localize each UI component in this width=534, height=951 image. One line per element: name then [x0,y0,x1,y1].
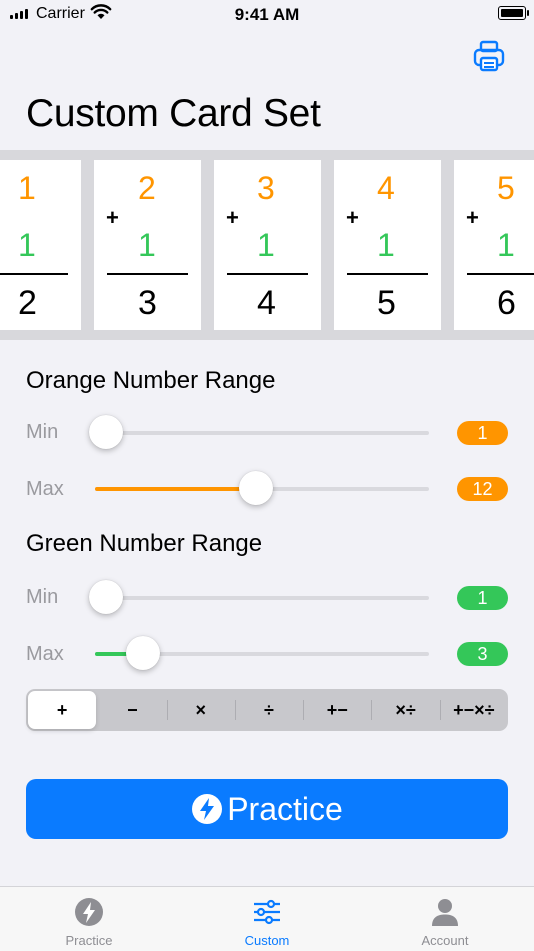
card-answer: 2 [18,284,37,322]
card-operator: + [466,205,479,230]
card-answer: 3 [138,284,157,322]
card-middle-number: 1 [18,227,36,263]
orange-min-value-badge: 1 [457,421,508,445]
operation-segmented-control[interactable]: + − × ÷ +− ×÷ +−×÷ [26,689,508,731]
card-sum-line [107,273,188,275]
card-sum-line [227,273,308,275]
orange-min-slider[interactable] [89,413,429,453]
card-sum-line [347,273,428,275]
sliders-icon [254,899,280,925]
operation-subtract[interactable]: − [98,689,166,731]
tab-custom[interactable]: Custom [178,887,356,951]
slider-thumb[interactable] [89,415,123,449]
green-max-label: Max [26,643,64,665]
card-answer: 4 [257,284,276,322]
card-sum-line [467,273,534,275]
flash-card[interactable]: 1 1 2 [0,160,81,330]
card-top-number: 3 [257,170,275,206]
card-middle-number: 1 [138,227,156,263]
status-time: 9:41 AM [234,5,300,24]
orange-min-label: Min [26,421,59,443]
practice-button[interactable]: Practice [26,779,508,839]
green-min-value-badge: 1 [457,586,508,610]
card-middle-number: 1 [497,227,515,263]
tab-practice-label: Practice [65,933,113,948]
tab-account[interactable]: Account [356,887,534,951]
practice-button-label: Practice [227,790,343,827]
orange-max-slider[interactable] [95,469,429,509]
battery-icon [498,6,529,20]
operation-all[interactable]: +−×÷ [439,689,508,731]
slider-thumb[interactable] [89,580,123,614]
flash-card[interactable]: + 5 1 6 [454,160,534,330]
card-answer: 6 [497,284,516,322]
card-operator: + [226,205,239,230]
slider-thumb[interactable] [238,471,273,505]
orange-max-label: Max [26,478,64,500]
green-range-heading: Green Number Range [26,530,263,557]
printer-icon[interactable] [472,39,506,73]
person-icon [432,899,458,926]
operation-multiply-divide[interactable]: ×÷ [371,689,439,731]
orange-range-heading: Orange Number Range [26,367,276,394]
operation-multiply[interactable]: × [166,689,235,731]
orange-max-value-badge: 12 [457,477,508,501]
card-operator: + [346,205,359,230]
card-top-number: 4 [377,170,395,206]
card-answer: 5 [377,284,396,322]
tab-account-label: Account [421,933,469,948]
operation-add-subtract[interactable]: +− [303,689,371,731]
tab-custom-label: Custom [244,933,290,948]
card-middle-number: 1 [377,227,395,263]
page-title: Custom Card Set [26,92,321,135]
tab-bar: Practice Custom Account [0,886,534,951]
card-top-number: 5 [497,170,515,206]
card-preview-strip[interactable]: 1 1 2 + 2 1 3 + 3 1 4 + 4 1 5 + 5 1 6 [0,150,534,340]
lightning-bolt-icon [192,794,223,824]
flash-card[interactable]: + 3 1 4 [214,160,321,330]
operation-divide[interactable]: ÷ [234,689,303,731]
green-max-slider[interactable] [95,634,429,674]
card-sum-line [0,273,68,275]
tab-practice[interactable]: Practice [0,887,178,951]
lightning-bolt-icon [75,898,103,926]
green-max-value-badge: 3 [457,642,508,666]
flash-card[interactable]: + 2 1 3 [94,160,201,330]
card-top-number: 2 [138,170,156,206]
card-middle-number: 1 [257,227,275,263]
card-operator: + [106,205,119,230]
card-top-number: 1 [18,170,36,206]
green-min-label: Min [26,586,59,608]
slider-thumb[interactable] [126,636,161,670]
flash-card[interactable]: + 4 1 5 [334,160,441,330]
operation-add[interactable]: + [28,691,97,729]
status-bar: Carrier 9:41 AM [0,0,534,30]
green-min-slider[interactable] [89,578,429,618]
